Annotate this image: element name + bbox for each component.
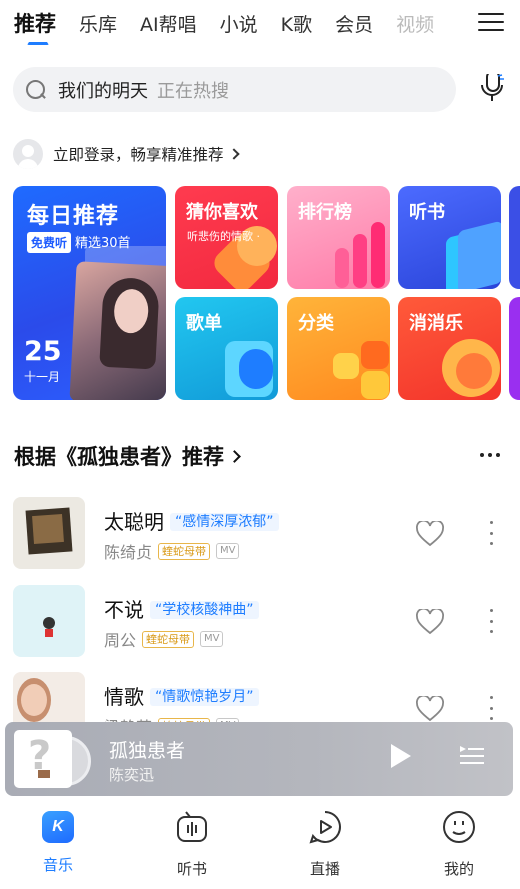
music-k-icon: K bbox=[41, 810, 75, 844]
more-vertical-icon[interactable] bbox=[488, 696, 494, 720]
tile-title: 消消乐 bbox=[409, 313, 463, 334]
tile-title: 歌单 bbox=[186, 313, 222, 334]
song-tag: “学校核酸神曲” bbox=[150, 601, 259, 619]
date-day: 25 bbox=[24, 336, 62, 367]
player-cover: ? bbox=[14, 730, 72, 788]
tile-title: 排行榜 bbox=[298, 202, 352, 223]
tab-label: 我的 bbox=[443, 860, 474, 878]
daily-title: 每日推荐 bbox=[27, 204, 120, 229]
search-hint: 正在热搜 bbox=[157, 80, 229, 102]
recommend-section-title[interactable]: 根据《孤独患者》推荐 bbox=[14, 441, 241, 471]
mini-player[interactable]: ? 孤独患者 陈奕迅 bbox=[5, 722, 513, 796]
song-title: 太聪明 bbox=[104, 510, 164, 534]
song-title: 不说 bbox=[104, 598, 144, 622]
more-vertical-icon[interactable] bbox=[488, 609, 494, 633]
match-game-tile[interactable]: 消消乐 bbox=[398, 297, 501, 400]
section-title-text: 根据《孤独患者》推荐 bbox=[14, 445, 224, 469]
heart-icon[interactable] bbox=[416, 696, 444, 722]
album-cover-image bbox=[69, 261, 166, 400]
player-artist: 陈奕迅 bbox=[109, 766, 155, 784]
tab-video[interactable]: 视频 bbox=[396, 16, 434, 52]
chevron-right-icon bbox=[227, 148, 240, 160]
live-play-icon bbox=[309, 811, 341, 844]
play-icon[interactable] bbox=[391, 744, 411, 768]
avatar bbox=[13, 139, 43, 169]
tab-live[interactable]: 直播 bbox=[285, 810, 365, 879]
tab-vip[interactable]: 会员 bbox=[335, 16, 373, 52]
hamburger-menu-icon[interactable] bbox=[478, 11, 504, 33]
player-title: 孤独患者 bbox=[109, 740, 186, 762]
bottom-tab-bar: K 音乐 听书 直播 我的 bbox=[0, 800, 520, 889]
search-keyword: 我们的明天 bbox=[58, 80, 148, 102]
tab-mine[interactable]: 我的 bbox=[419, 810, 499, 879]
tab-music[interactable]: K 音乐 bbox=[18, 810, 98, 875]
login-text: 立即登录，畅享精准推荐 bbox=[53, 146, 224, 164]
audiobook-icon bbox=[177, 811, 207, 842]
heart-icon[interactable] bbox=[416, 521, 444, 547]
tile-title: 听书 bbox=[409, 202, 445, 223]
profile-face-icon bbox=[443, 811, 475, 843]
song-tag: “情歌惊艳岁月” bbox=[150, 688, 259, 706]
song-row[interactable]: 太聪明 “感情深厚浓郁” 陈绮贞 蝰蛇母带 MV bbox=[13, 497, 513, 569]
daily-subtitle: 精选30首 bbox=[75, 236, 131, 251]
playlist-tile[interactable]: 歌单 bbox=[175, 297, 278, 400]
tab-library[interactable]: 乐库 bbox=[79, 16, 117, 52]
song-artist: 周公 bbox=[104, 631, 137, 650]
chevron-right-icon bbox=[228, 449, 241, 463]
guess-you-like-tile[interactable]: 猜你喜欢 听悲伤的情歌 · bbox=[175, 186, 278, 289]
tab-label: 听书 bbox=[176, 860, 207, 878]
tile-title: 分类 bbox=[298, 313, 334, 334]
search-bar[interactable]: 我们的明天 正在热搜 bbox=[13, 67, 456, 112]
more-options-icon[interactable] bbox=[480, 453, 500, 457]
song-tag: “感情深厚浓郁” bbox=[170, 513, 279, 531]
daily-recommend-card[interactable]: 每日推荐 免费听 精选30首 25 十一月 bbox=[13, 186, 166, 400]
heart-icon[interactable] bbox=[416, 609, 444, 635]
more-vertical-icon[interactable] bbox=[488, 521, 494, 545]
playlist-queue-icon[interactable] bbox=[459, 744, 485, 768]
mv-badge[interactable]: MV bbox=[216, 543, 240, 559]
voice-recognition-icon[interactable] bbox=[478, 74, 506, 104]
song-cover bbox=[13, 585, 85, 657]
song-artist: 陈绮贞 bbox=[104, 543, 153, 562]
tab-audiobook[interactable]: 听书 bbox=[152, 810, 232, 879]
charts-tile[interactable]: 排行榜 bbox=[287, 186, 390, 289]
quality-badge: 蝰蛇母带 bbox=[158, 542, 211, 560]
song-title: 情歌 bbox=[104, 685, 144, 709]
login-prompt[interactable]: 立即登录，畅享精准推荐 bbox=[13, 139, 240, 169]
tab-label: 音乐 bbox=[42, 856, 73, 874]
search-icon bbox=[25, 79, 47, 101]
song-row[interactable]: 不说 “学校核酸神曲” 周公 蝰蛇母带 MV bbox=[13, 585, 513, 657]
tab-label: 直播 bbox=[309, 860, 340, 878]
quality-badge: 蝰蛇母带 bbox=[142, 630, 195, 648]
tile-title: 猜你喜欢 bbox=[186, 202, 258, 223]
channel-tabs: 推荐 乐库 AI帮唱 小说 K歌 会员 视频 bbox=[0, 0, 466, 52]
tile-subtitle: 听悲伤的情歌 · bbox=[187, 230, 260, 243]
free-badge: 免费听 bbox=[27, 232, 72, 253]
tab-karaoke[interactable]: K歌 bbox=[281, 16, 312, 52]
audiobook-tile[interactable]: 听书 bbox=[398, 186, 501, 289]
category-tile[interactable]: 分类 bbox=[287, 297, 390, 400]
top-nav: 推荐 乐库 AI帮唱 小说 K歌 会员 视频 bbox=[0, 0, 520, 52]
mv-badge[interactable]: MV bbox=[200, 631, 224, 647]
tab-ai-sing[interactable]: AI帮唱 bbox=[140, 16, 197, 52]
song-cover bbox=[13, 497, 85, 569]
tab-recommend[interactable]: 推荐 bbox=[14, 14, 56, 52]
tab-novel[interactable]: 小说 bbox=[220, 16, 258, 52]
date-month: 十一月 bbox=[24, 370, 61, 384]
